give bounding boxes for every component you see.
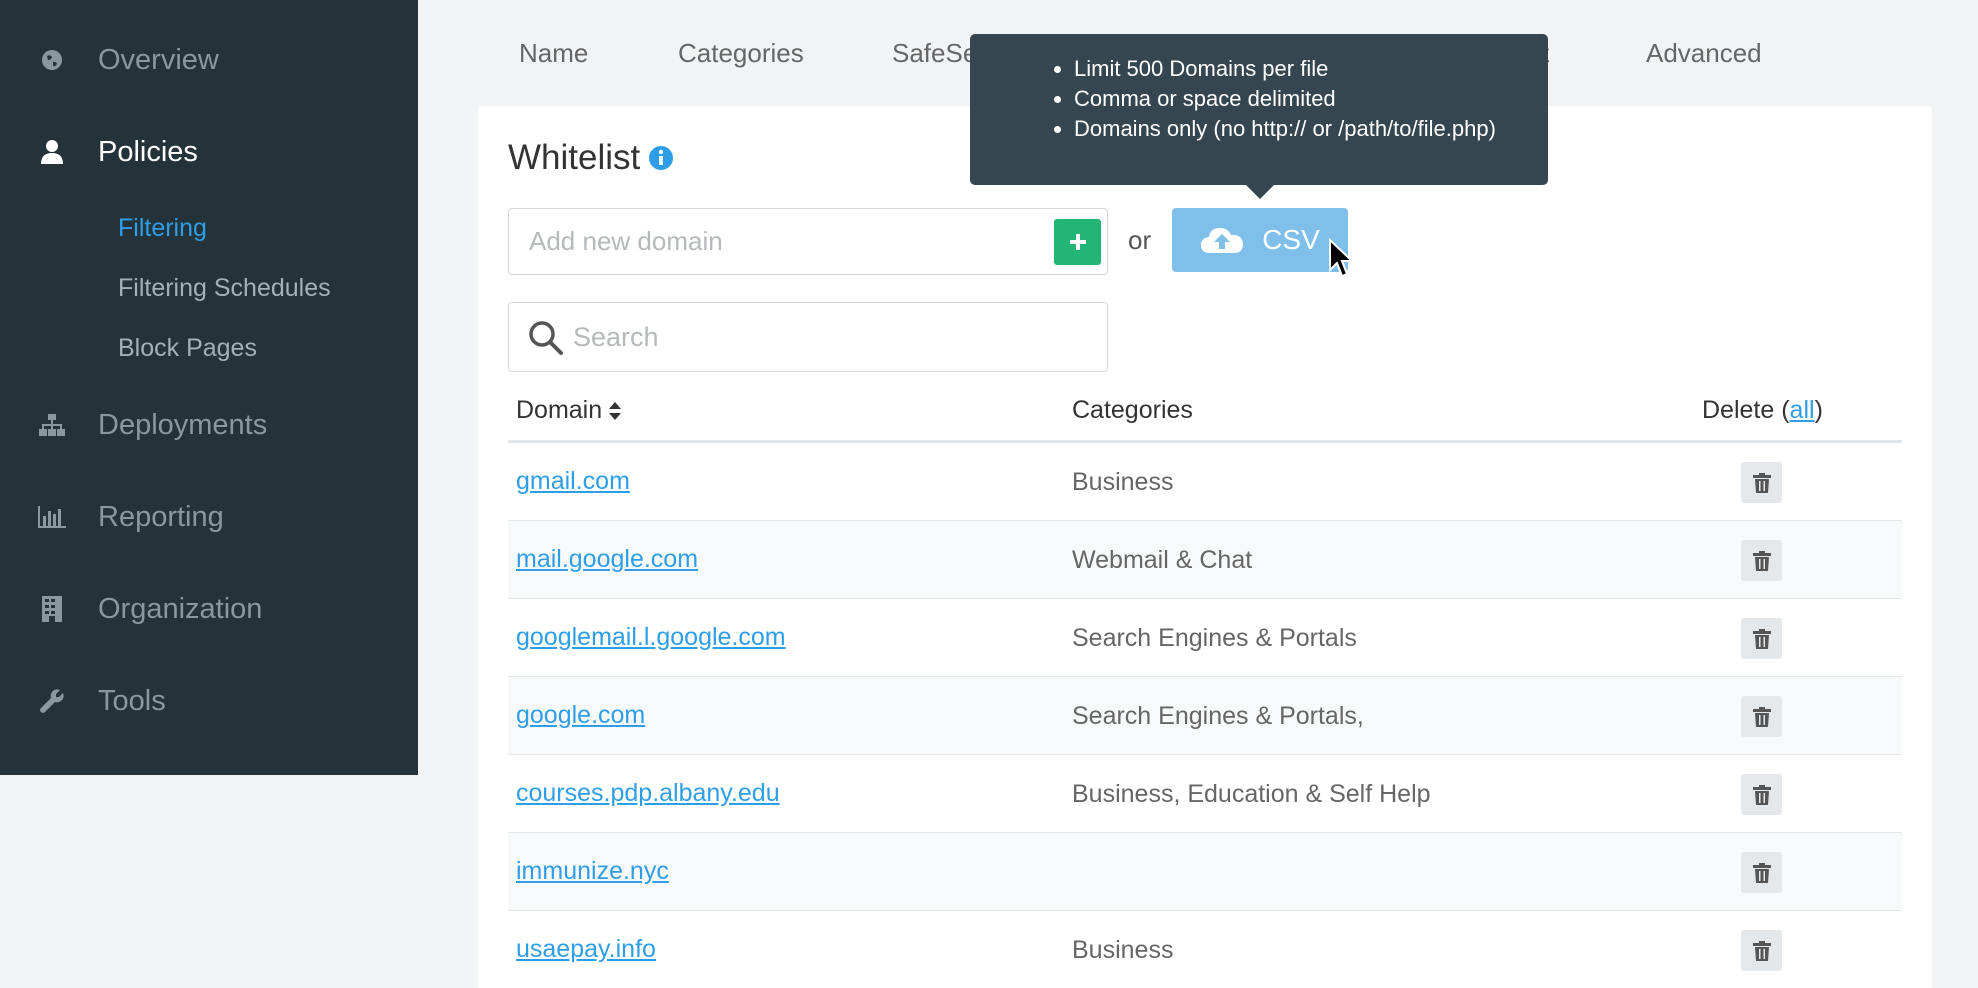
sidebar-item-label: Policies: [98, 135, 198, 168]
csv-upload-button[interactable]: CSV: [1172, 208, 1348, 272]
sidebar-item-label: Reporting: [98, 500, 224, 533]
delete-button[interactable]: [1741, 930, 1782, 971]
delete-button[interactable]: [1741, 852, 1782, 893]
user-icon: [38, 138, 66, 166]
domain-categories: Search Engines & Portals: [1072, 624, 1357, 652]
plus-icon: [1069, 234, 1086, 250]
sidebar-item-tools[interactable]: Tools: [0, 673, 418, 729]
sidebar-subitem-filtering[interactable]: Filtering: [118, 214, 207, 243]
wrench-icon: [38, 687, 66, 715]
column-header-domain[interactable]: Domain: [516, 396, 622, 425]
domain-categories: Business: [1072, 936, 1174, 964]
tooltip-line: Limit 500 Domains per file: [1074, 54, 1496, 84]
domain-categories: Business: [1072, 468, 1174, 496]
column-header-categories: Categories: [1072, 396, 1193, 424]
globe-icon: [38, 46, 66, 74]
info-icon[interactable]: [648, 145, 674, 171]
sidebar: Overview Policies Filtering Filtering Sc…: [0, 0, 418, 775]
column-header-delete: Delete (all): [1702, 396, 1823, 424]
sidebar-item-overview[interactable]: Overview: [0, 32, 418, 88]
delete-button[interactable]: [1741, 618, 1782, 659]
csv-tooltip: Limit 500 Domains per file Comma or spac…: [970, 34, 1548, 185]
page-title: Whitelist: [508, 138, 674, 178]
trash-icon: [1752, 628, 1771, 649]
tooltip-line: Domains only (no http:// or /path/to/fil…: [1074, 114, 1496, 144]
domain-categories: Webmail & Chat: [1072, 546, 1253, 574]
tab-safesearch[interactable]: SafeSe: [892, 38, 977, 69]
trash-icon: [1752, 550, 1771, 571]
sidebar-item-deployments[interactable]: Deployments: [0, 397, 418, 453]
table-row: mail.google.com Webmail & Chat: [508, 521, 1902, 599]
sidebar-item-organization[interactable]: Organization: [0, 581, 418, 637]
domain-link[interactable]: usaepay.info: [516, 935, 656, 964]
tooltip-line: Comma or space delimited: [1074, 84, 1496, 114]
search-input[interactable]: [573, 303, 1093, 371]
table-row: usaepay.info Business: [508, 911, 1902, 988]
trash-icon: [1752, 862, 1771, 883]
table-row: courses.pdp.albany.edu Business, Educati…: [508, 755, 1902, 833]
sidebar-item-label: Tools: [98, 684, 166, 717]
csv-label: CSV: [1262, 224, 1320, 255]
add-domain-field: [508, 208, 1108, 275]
sidebar-item-label: Overview: [98, 43, 219, 76]
whitelist-title: Whitelist: [508, 138, 641, 177]
cloud-upload-icon: [1201, 228, 1244, 253]
building-icon: [38, 595, 66, 623]
delete-button[interactable]: [1741, 540, 1782, 581]
sidebar-subitem-filtering-schedules[interactable]: Filtering Schedules: [118, 274, 331, 303]
tab-name[interactable]: Name: [519, 38, 588, 69]
domain-link[interactable]: google.com: [516, 701, 645, 730]
sidebar-item-label: Organization: [98, 592, 263, 625]
trash-icon: [1752, 940, 1771, 961]
sidebar-item-policies[interactable]: Policies: [0, 124, 418, 180]
sitemap-icon: [38, 411, 66, 439]
tab-advanced[interactable]: Advanced: [1646, 38, 1762, 69]
delete-button[interactable]: [1741, 696, 1782, 737]
trash-icon: [1752, 784, 1771, 805]
tooltip-arrow: [1246, 185, 1274, 199]
domain-link[interactable]: immunize.nyc: [516, 857, 669, 886]
domain-categories: Business, Education & Self Help: [1072, 780, 1431, 808]
or-separator: or: [1128, 225, 1152, 255]
sidebar-item-reporting[interactable]: Reporting: [0, 489, 418, 545]
table-row: googlemail.l.google.com Search Engines &…: [508, 599, 1902, 677]
domain-link[interactable]: courses.pdp.albany.edu: [516, 779, 780, 808]
domain-link[interactable]: mail.google.com: [516, 545, 698, 574]
domain-categories: Search Engines & Portals,: [1072, 702, 1364, 730]
sidebar-subitem-block-pages[interactable]: Block Pages: [118, 334, 257, 363]
add-domain-button[interactable]: [1054, 219, 1101, 265]
domain-link[interactable]: gmail.com: [516, 467, 630, 496]
delete-button[interactable]: [1741, 774, 1782, 815]
trash-icon: [1752, 706, 1771, 727]
table-row: gmail.com Business: [508, 443, 1902, 521]
tooltip-list: Limit 500 Domains per file Comma or spac…: [1074, 54, 1496, 144]
trash-icon: [1752, 472, 1771, 493]
delete-all-link[interactable]: all: [1790, 396, 1815, 424]
tab-categories[interactable]: Categories: [678, 38, 804, 69]
sidebar-item-label: Deployments: [98, 408, 268, 441]
delete-button[interactable]: [1741, 462, 1782, 503]
search-field: [508, 302, 1108, 372]
mouse-cursor-icon: [1329, 238, 1354, 278]
table-row: google.com Search Engines & Portals,: [508, 677, 1902, 755]
sort-icon: [609, 401, 622, 420]
domain-link[interactable]: googlemail.l.google.com: [516, 623, 786, 652]
bar-chart-icon: [38, 503, 66, 531]
add-domain-input[interactable]: [529, 209, 1029, 274]
search-icon: [529, 321, 563, 355]
table-row: immunize.nyc: [508, 833, 1902, 911]
